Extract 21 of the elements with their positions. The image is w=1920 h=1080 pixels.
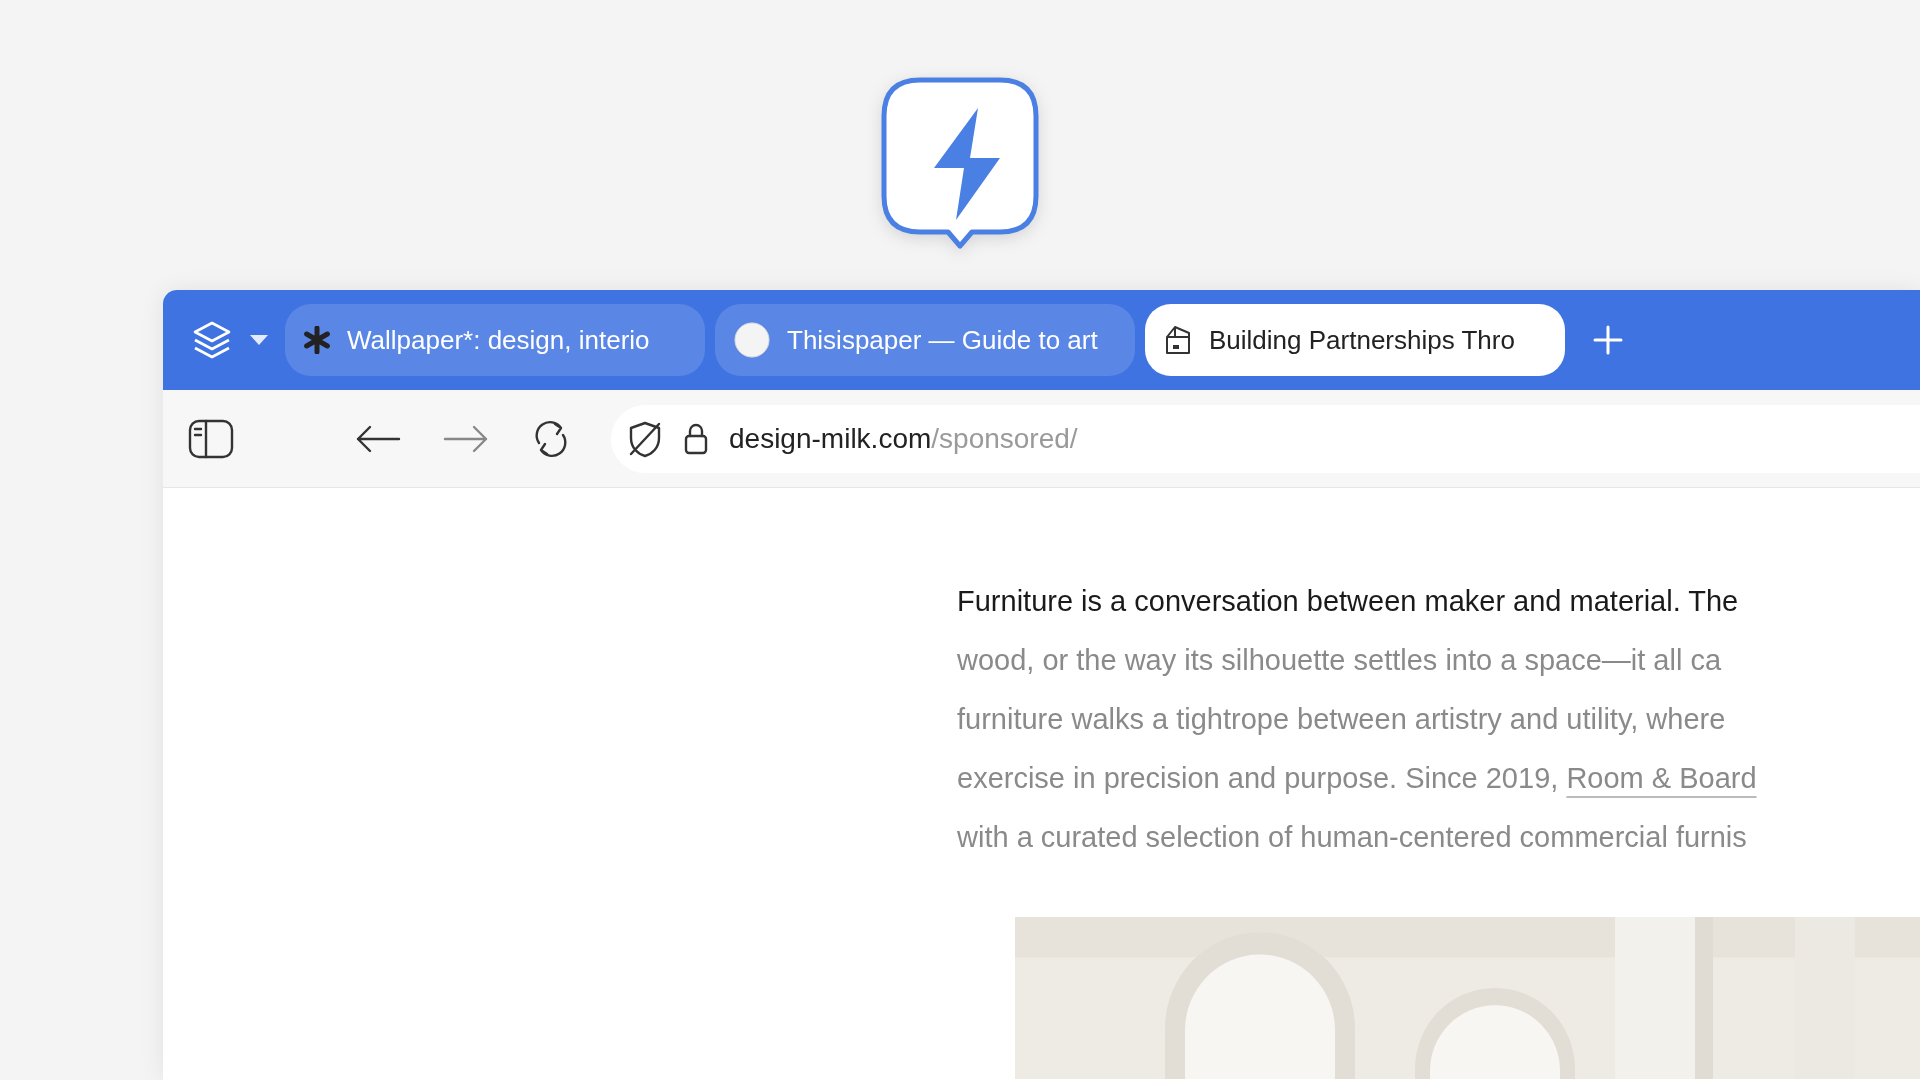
plus-icon[interactable]	[1593, 325, 1623, 355]
layers-icon[interactable]	[191, 319, 233, 361]
back-arrow-icon[interactable]	[355, 423, 401, 454]
sidebar-icon[interactable]	[187, 417, 235, 460]
article-text: exercise in precision and purpose. Since 2019, Room & Board	[957, 761, 1758, 796]
forward-arrow-icon[interactable]	[443, 423, 489, 454]
article-text: wood, or the way its silhouette settles into a space—it all ca	[957, 643, 1723, 678]
article-text: with a curated selection of human-centered commercial furnis	[957, 820, 1748, 855]
article-text: Furniture is a conversation between maker and material. The	[957, 584, 1740, 619]
building-icon	[1163, 323, 1193, 357]
browser-tab[interactable]: Thisispaper — Guide to art	[715, 304, 1135, 376]
article-link[interactable]: Room & Board	[1566, 762, 1757, 794]
browser-tab[interactable]: Building Partnerships Thro	[1145, 304, 1565, 376]
caret-icon[interactable]	[249, 334, 269, 346]
asterisk-icon	[303, 326, 331, 354]
article-text: furniture walks a tightrope between artistry and utility, where	[957, 702, 1727, 737]
shield-icon[interactable]	[627, 419, 663, 458]
lock-icon	[683, 421, 709, 456]
circle-icon	[733, 321, 771, 359]
url-field[interactable]: design-milk.com/sponsored/	[729, 422, 1078, 455]
browser-tab[interactable]: Wallpaper*: design, interio	[285, 304, 705, 376]
